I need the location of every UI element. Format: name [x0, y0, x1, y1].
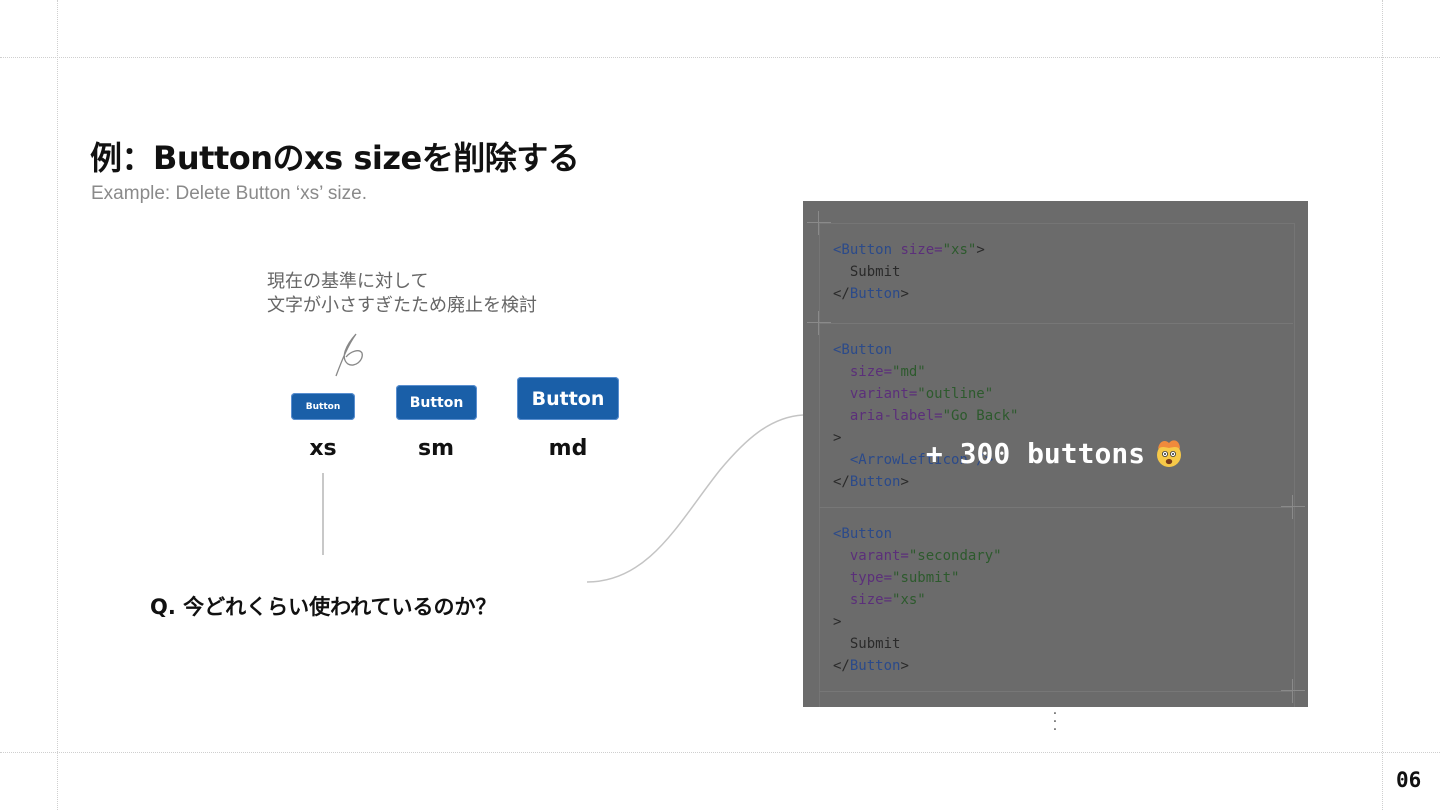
- annotation-line-1: 現在の基準に対して: [267, 271, 429, 292]
- xs-connector-line: [322, 473, 324, 555]
- size-label-xs: xs: [309, 436, 337, 461]
- code-token: Button: [849, 286, 901, 302]
- exploding-head-icon: [1153, 437, 1185, 469]
- question-text: Q. 今どれくらい使われているのか？: [150, 595, 497, 619]
- slide-subtitle: Example: Delete Button ‘xs’ size.: [91, 183, 367, 204]
- code-token: size=: [849, 592, 893, 608]
- code-token: <Button: [833, 342, 893, 358]
- code-token: >: [833, 614, 842, 630]
- code-token: size=: [849, 364, 893, 380]
- annotation-line-2: 文字が小さすぎたため廃止を検討: [267, 295, 537, 316]
- button-sm-sample[interactable]: Button: [396, 385, 477, 420]
- code-token: </: [833, 474, 850, 490]
- code-separator: [819, 507, 1293, 508]
- size-label-sm: sm: [417, 436, 455, 461]
- code-token: "outline": [917, 386, 994, 402]
- code-separator: [819, 323, 1293, 324]
- guide-line-left: [57, 0, 58, 810]
- code-token: >: [900, 474, 909, 490]
- crosshair-mark: [807, 311, 831, 335]
- guide-line-right: [1382, 0, 1383, 810]
- crosshair-mark: [1281, 495, 1305, 519]
- vertical-ellipsis-icon: · · ·: [1052, 706, 1058, 738]
- code-token: Button: [849, 658, 901, 674]
- code-snippet-1: <Button size="xs"> Submit </Button>: [833, 239, 985, 305]
- usage-count-overlay: + 300 buttons: [803, 437, 1308, 470]
- code-token: "xs": [942, 242, 977, 258]
- code-token: >: [900, 658, 909, 674]
- code-separator: [819, 691, 1293, 692]
- size-label-md: md: [548, 436, 588, 461]
- code-token: aria-label=: [849, 408, 943, 424]
- code-token: type=: [849, 570, 893, 586]
- code-token: </: [833, 658, 850, 674]
- guide-line-top: [0, 57, 1440, 58]
- slide-title: 例：Buttonのxs sizeを削除する: [90, 139, 580, 177]
- handwritten-arrow-squiggle: [335, 333, 363, 377]
- code-token: "submit": [892, 570, 960, 586]
- page-number: 06: [1396, 768, 1422, 792]
- code-snippet-3: <Button varant="secondary" type="submit"…: [833, 523, 1002, 677]
- code-token: >: [900, 286, 909, 302]
- code-token: "xs": [892, 592, 926, 608]
- usage-count-text: + 300 buttons: [925, 437, 1146, 470]
- code-token: >: [976, 242, 985, 258]
- button-xs-sample[interactable]: Button: [291, 393, 355, 420]
- crosshair-mark: [807, 211, 831, 235]
- code-token: Button: [849, 474, 901, 490]
- code-token: <Button: [833, 242, 893, 258]
- code-token: size=: [900, 242, 943, 258]
- code-token: "md": [892, 364, 926, 380]
- code-token: Submit: [849, 636, 901, 652]
- code-usage-panel: <Button size="xs"> Submit </Button> <But…: [803, 201, 1308, 707]
- code-token: "Go Back": [942, 408, 1019, 424]
- annotation-note: 現在の基準に対して 文字が小さすぎたため廃止を検討: [267, 270, 537, 318]
- code-token: <Button: [833, 526, 893, 542]
- code-token: </: [833, 286, 850, 302]
- crosshair-mark: [1281, 679, 1305, 703]
- code-token: Submit: [849, 264, 901, 280]
- code-token: variant=: [849, 386, 918, 402]
- button-md-sample[interactable]: Button: [517, 377, 619, 420]
- code-token: varant=: [849, 548, 909, 564]
- guide-line-bottom: [0, 752, 1440, 753]
- code-token: "secondary": [908, 548, 1002, 564]
